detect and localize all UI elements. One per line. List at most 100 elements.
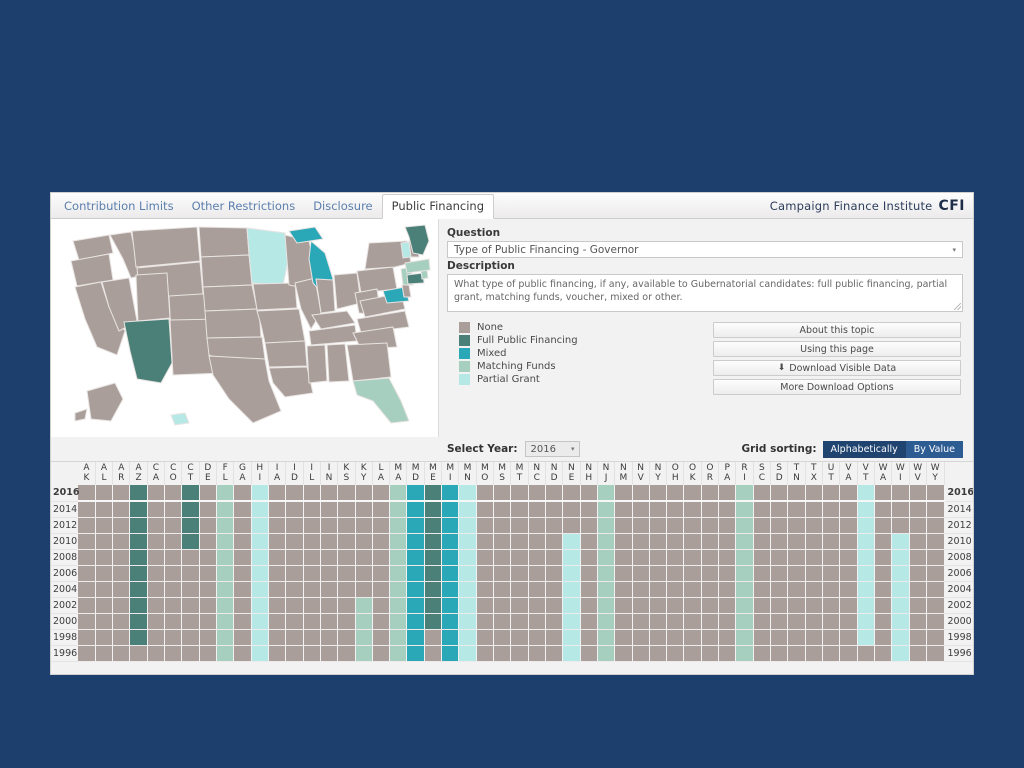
heatmap-cell[interactable] <box>199 613 218 630</box>
heatmap-cell[interactable] <box>649 581 668 598</box>
heatmap-cell[interactable] <box>147 485 166 502</box>
heatmap-cell[interactable] <box>251 565 269 582</box>
heatmap-cell[interactable] <box>597 517 616 534</box>
heatmap-cell[interactable] <box>545 645 564 662</box>
heatmap-cell[interactable] <box>718 581 737 598</box>
tab-other-restrictions[interactable]: Other Restrictions <box>183 195 305 218</box>
state-header-ND[interactable]: ND <box>545 462 564 485</box>
map-panel[interactable] <box>51 219 439 437</box>
heatmap-cell[interactable] <box>458 549 477 566</box>
heatmap-cell[interactable] <box>787 613 806 630</box>
heatmap-cell[interactable] <box>285 549 304 566</box>
heatmap-cell[interactable] <box>372 485 391 502</box>
heatmap-cell[interactable] <box>337 581 356 598</box>
heatmap-cell[interactable] <box>528 597 546 614</box>
heatmap-cell[interactable] <box>857 517 875 534</box>
heatmap-cell[interactable] <box>562 501 581 518</box>
state-header-NM[interactable]: NM <box>614 462 633 485</box>
heatmap-cell[interactable] <box>701 645 720 662</box>
heatmap-cell[interactable] <box>839 533 858 550</box>
heatmap-cell[interactable] <box>389 565 408 582</box>
heatmap-cell[interactable] <box>216 645 235 662</box>
heatmap-cell[interactable] <box>493 581 512 598</box>
heatmap-cell[interactable] <box>181 613 200 630</box>
state-header-LA[interactable]: LA <box>372 462 391 485</box>
state-header-OR[interactable]: OR <box>701 462 720 485</box>
heatmap-cell[interactable] <box>285 629 304 646</box>
heatmap-cell[interactable] <box>822 613 841 630</box>
heatmap-cell[interactable] <box>424 645 443 662</box>
heatmap-cell[interactable] <box>545 549 564 566</box>
heatmap-cell[interactable] <box>441 581 460 598</box>
heatmap-cell[interactable] <box>337 485 356 502</box>
heatmap-cell[interactable] <box>181 485 200 502</box>
heatmap-cell[interactable] <box>562 485 581 502</box>
heatmap-cell[interactable] <box>112 533 131 550</box>
state-header-PA[interactable]: PA <box>718 462 737 485</box>
heatmap-cell[interactable] <box>805 517 823 534</box>
heatmap-cell[interactable] <box>926 565 945 582</box>
state-header-NE[interactable]: NE <box>562 462 581 485</box>
heatmap-cell[interactable] <box>320 533 339 550</box>
heatmap-cell[interactable] <box>632 549 650 566</box>
heatmap-cell[interactable] <box>770 581 789 598</box>
heatmap-cell[interactable] <box>268 645 287 662</box>
heatmap-cell[interactable] <box>406 597 425 614</box>
heatmap-cell[interactable] <box>805 629 823 646</box>
heatmap-cell[interactable] <box>701 597 720 614</box>
heatmap-cell[interactable] <box>251 485 269 502</box>
heatmap-cell[interactable] <box>735 565 754 582</box>
heatmap-cell[interactable] <box>580 501 598 518</box>
heatmap-cell[interactable] <box>787 581 806 598</box>
heatmap-cell[interactable] <box>164 613 183 630</box>
state-header-NH[interactable]: NH <box>580 462 598 485</box>
state-header-KY[interactable]: KY <box>355 462 373 485</box>
state-header-SC[interactable]: SC <box>753 462 772 485</box>
heatmap-cell[interactable] <box>597 549 616 566</box>
heatmap-cell[interactable] <box>476 581 495 598</box>
heatmap-cell[interactable] <box>857 613 875 630</box>
heatmap-cell[interactable] <box>805 485 823 502</box>
heatmap-cell[interactable] <box>337 645 356 662</box>
heatmap-cell[interactable] <box>787 501 806 518</box>
heatmap-cell[interactable] <box>303 565 321 582</box>
state-header-MI[interactable]: MI <box>441 462 460 485</box>
tab-contribution-limits[interactable]: Contribution Limits <box>55 195 183 218</box>
heatmap-cell[interactable] <box>735 533 754 550</box>
heatmap-cell[interactable] <box>476 613 495 630</box>
heatmap-cell[interactable] <box>389 501 408 518</box>
state-header-VA[interactable]: VA <box>839 462 858 485</box>
tab-public-financing[interactable]: Public Financing <box>381 194 495 219</box>
heatmap-cell[interactable] <box>545 517 564 534</box>
heatmap-cell[interactable] <box>268 613 287 630</box>
state-header-CO[interactable]: CO <box>164 462 183 485</box>
heatmap-cell[interactable] <box>909 645 927 662</box>
heatmap-cell[interactable] <box>441 517 460 534</box>
heatmap-cell[interactable] <box>822 485 841 502</box>
heatmap-cell[interactable] <box>95 533 114 550</box>
heatmap-cell[interactable] <box>580 597 598 614</box>
heatmap-cell[interactable] <box>458 501 477 518</box>
heatmap-cell[interactable] <box>216 517 235 534</box>
heatmap-cell[interactable] <box>926 645 945 662</box>
heatmap-cell[interactable] <box>216 613 235 630</box>
heatmap-cell[interactable] <box>458 645 477 662</box>
heatmap-cell[interactable] <box>129 581 148 598</box>
heatmap-cell[interactable] <box>735 629 754 646</box>
heatmap-cell[interactable] <box>683 613 702 630</box>
heatmap-cell[interactable] <box>303 581 321 598</box>
heatmap-cell[interactable] <box>597 501 616 518</box>
heatmap-cell[interactable] <box>372 613 391 630</box>
state-header-GA[interactable]: GA <box>233 462 252 485</box>
heatmap-cell[interactable] <box>510 613 529 630</box>
heatmap-cell[interactable] <box>147 597 166 614</box>
heatmap-cell[interactable] <box>303 501 321 518</box>
heatmap-cell[interactable] <box>441 629 460 646</box>
state-header-OK[interactable]: OK <box>683 462 702 485</box>
heatmap-cell[interactable] <box>666 549 685 566</box>
heatmap-cell[interactable] <box>683 645 702 662</box>
heatmap-cell[interactable] <box>787 565 806 582</box>
heatmap-cell[interactable] <box>735 645 754 662</box>
heatmap-cell[interactable] <box>233 517 252 534</box>
heatmap-cell[interactable] <box>805 533 823 550</box>
